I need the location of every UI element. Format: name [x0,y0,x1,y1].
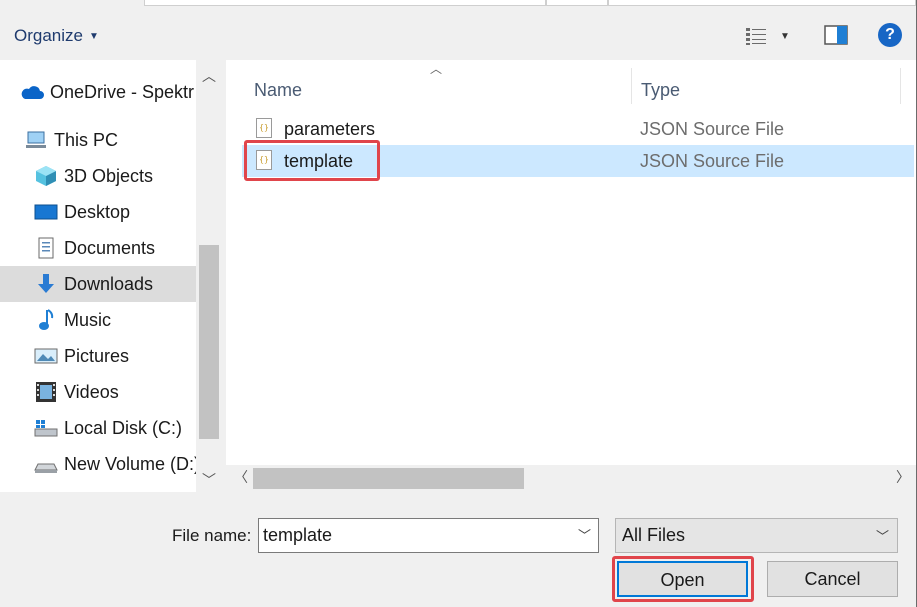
preview-pane-button[interactable] [824,25,848,45]
sort-ascending-icon: ︿ [430,62,443,76]
file-name: template [284,150,354,171]
scroll-down-arrow-icon[interactable]: ﹀ [196,470,222,490]
file-type-filter-select[interactable]: All Files ﹀ [615,518,898,553]
column-header-label: Name [254,79,303,100]
documents-icon [34,237,58,259]
nav-vertical-scrollbar[interactable]: ︿ ﹀ [196,60,222,492]
desktop-icon [34,201,58,223]
nav-item-label: Music [64,309,112,330]
nav-item-3d-objects[interactable]: 3D Objects [34,158,196,194]
nav-item-label: Local Disk (C:) [64,417,183,438]
file-type: JSON Source File [640,118,785,139]
nav-item-documents[interactable]: Documents [34,230,196,266]
3d-objects-icon [34,165,58,187]
column-divider[interactable] [900,68,901,104]
refresh-area[interactable] [546,0,608,6]
scrollbar-thumb[interactable] [199,245,219,439]
navigation-pane: OneDrive - Spektr This PC 3D Objects Des… [0,60,222,492]
nav-item-music[interactable]: Music [34,302,196,338]
column-divider[interactable] [631,68,632,104]
nav-item-this-pc[interactable]: This PC [24,122,196,158]
computer-icon [24,129,48,151]
file-name: parameters [284,118,376,139]
caret-down-icon: ▼ [88,31,99,42]
pictures-icon [34,345,58,367]
windows-drive-icon [34,417,58,439]
scrollbar-thumb[interactable] [253,468,524,489]
nav-item-label: OneDrive - Spektr [50,81,195,102]
help-button[interactable]: ? [878,23,902,47]
download-arrow-icon [34,273,58,295]
nav-item-label: Documents [64,237,156,258]
scroll-up-arrow-icon[interactable]: ︿ [196,66,222,86]
nav-item-label: This PC [54,129,119,150]
scroll-right-arrow-icon[interactable]: 〉 [896,467,910,487]
drive-icon [34,453,58,475]
file-row-parameters[interactable]: {} parameters JSON Source File [242,113,914,145]
nav-item-onedrive[interactable]: OneDrive - Spektr [20,74,196,110]
cancel-button[interactable]: Cancel [767,561,898,597]
film-strip-icon [34,381,58,403]
onedrive-cloud-icon [20,81,44,103]
nav-item-downloads[interactable]: Downloads [0,266,196,302]
nav-item-label: Desktop [64,201,131,222]
address-bar[interactable] [144,0,546,6]
command-bar: Organize ▼ ▼ ? [0,12,916,60]
chevron-down-icon[interactable]: ﹀ [578,525,591,544]
details-view-icon [746,28,766,45]
nav-item-local-disk-c[interactable]: Local Disk (C:) [34,410,196,446]
file-list-pane: ︿ Name Type {} parameters JSON Source Fi… [226,60,916,492]
file-name-label: File name: [172,526,252,545]
filter-value: All Files [622,525,686,545]
column-header-type[interactable]: Type [641,68,680,112]
column-header-label: Type [641,79,681,100]
dialog-footer: File name: ﹀ All Files ﹀ Open Cancel [0,492,916,607]
nav-item-label: Downloads [64,273,154,294]
caret-down-icon: ▼ [780,30,790,42]
file-type: JSON Source File [640,150,785,171]
nav-item-pictures[interactable]: Pictures [34,338,196,374]
nav-item-label: New Volume (D:) [64,453,196,474]
preview-pane-icon [824,25,848,45]
nav-item-new-volume-d[interactable]: New Volume (D:) [34,446,196,482]
json-file-icon: {} [256,150,272,170]
column-header-name[interactable]: Name [254,68,302,112]
nav-item-videos[interactable]: Videos [34,374,196,410]
nav-item-label: Videos [64,381,119,402]
json-file-icon: {} [256,118,272,138]
open-button[interactable]: Open [617,561,748,597]
change-view-button[interactable]: ▼ [746,24,800,48]
organize-button[interactable]: Organize ▼ [14,26,99,46]
scroll-left-arrow-icon[interactable]: 〈 [234,467,248,487]
address-bar-strip [0,0,916,12]
nav-item-label: 3D Objects [64,165,154,186]
file-horizontal-scrollbar[interactable]: 〈 〉 [226,465,916,492]
search-box[interactable] [608,0,916,6]
organize-label: Organize [14,26,83,45]
nav-item-label: Pictures [64,345,130,366]
file-row-template[interactable]: {} template JSON Source File [242,145,914,177]
music-note-icon [34,309,58,331]
chevron-down-icon: ﹀ [875,529,889,544]
nav-item-desktop[interactable]: Desktop [34,194,196,230]
file-name-input[interactable] [258,518,599,553]
